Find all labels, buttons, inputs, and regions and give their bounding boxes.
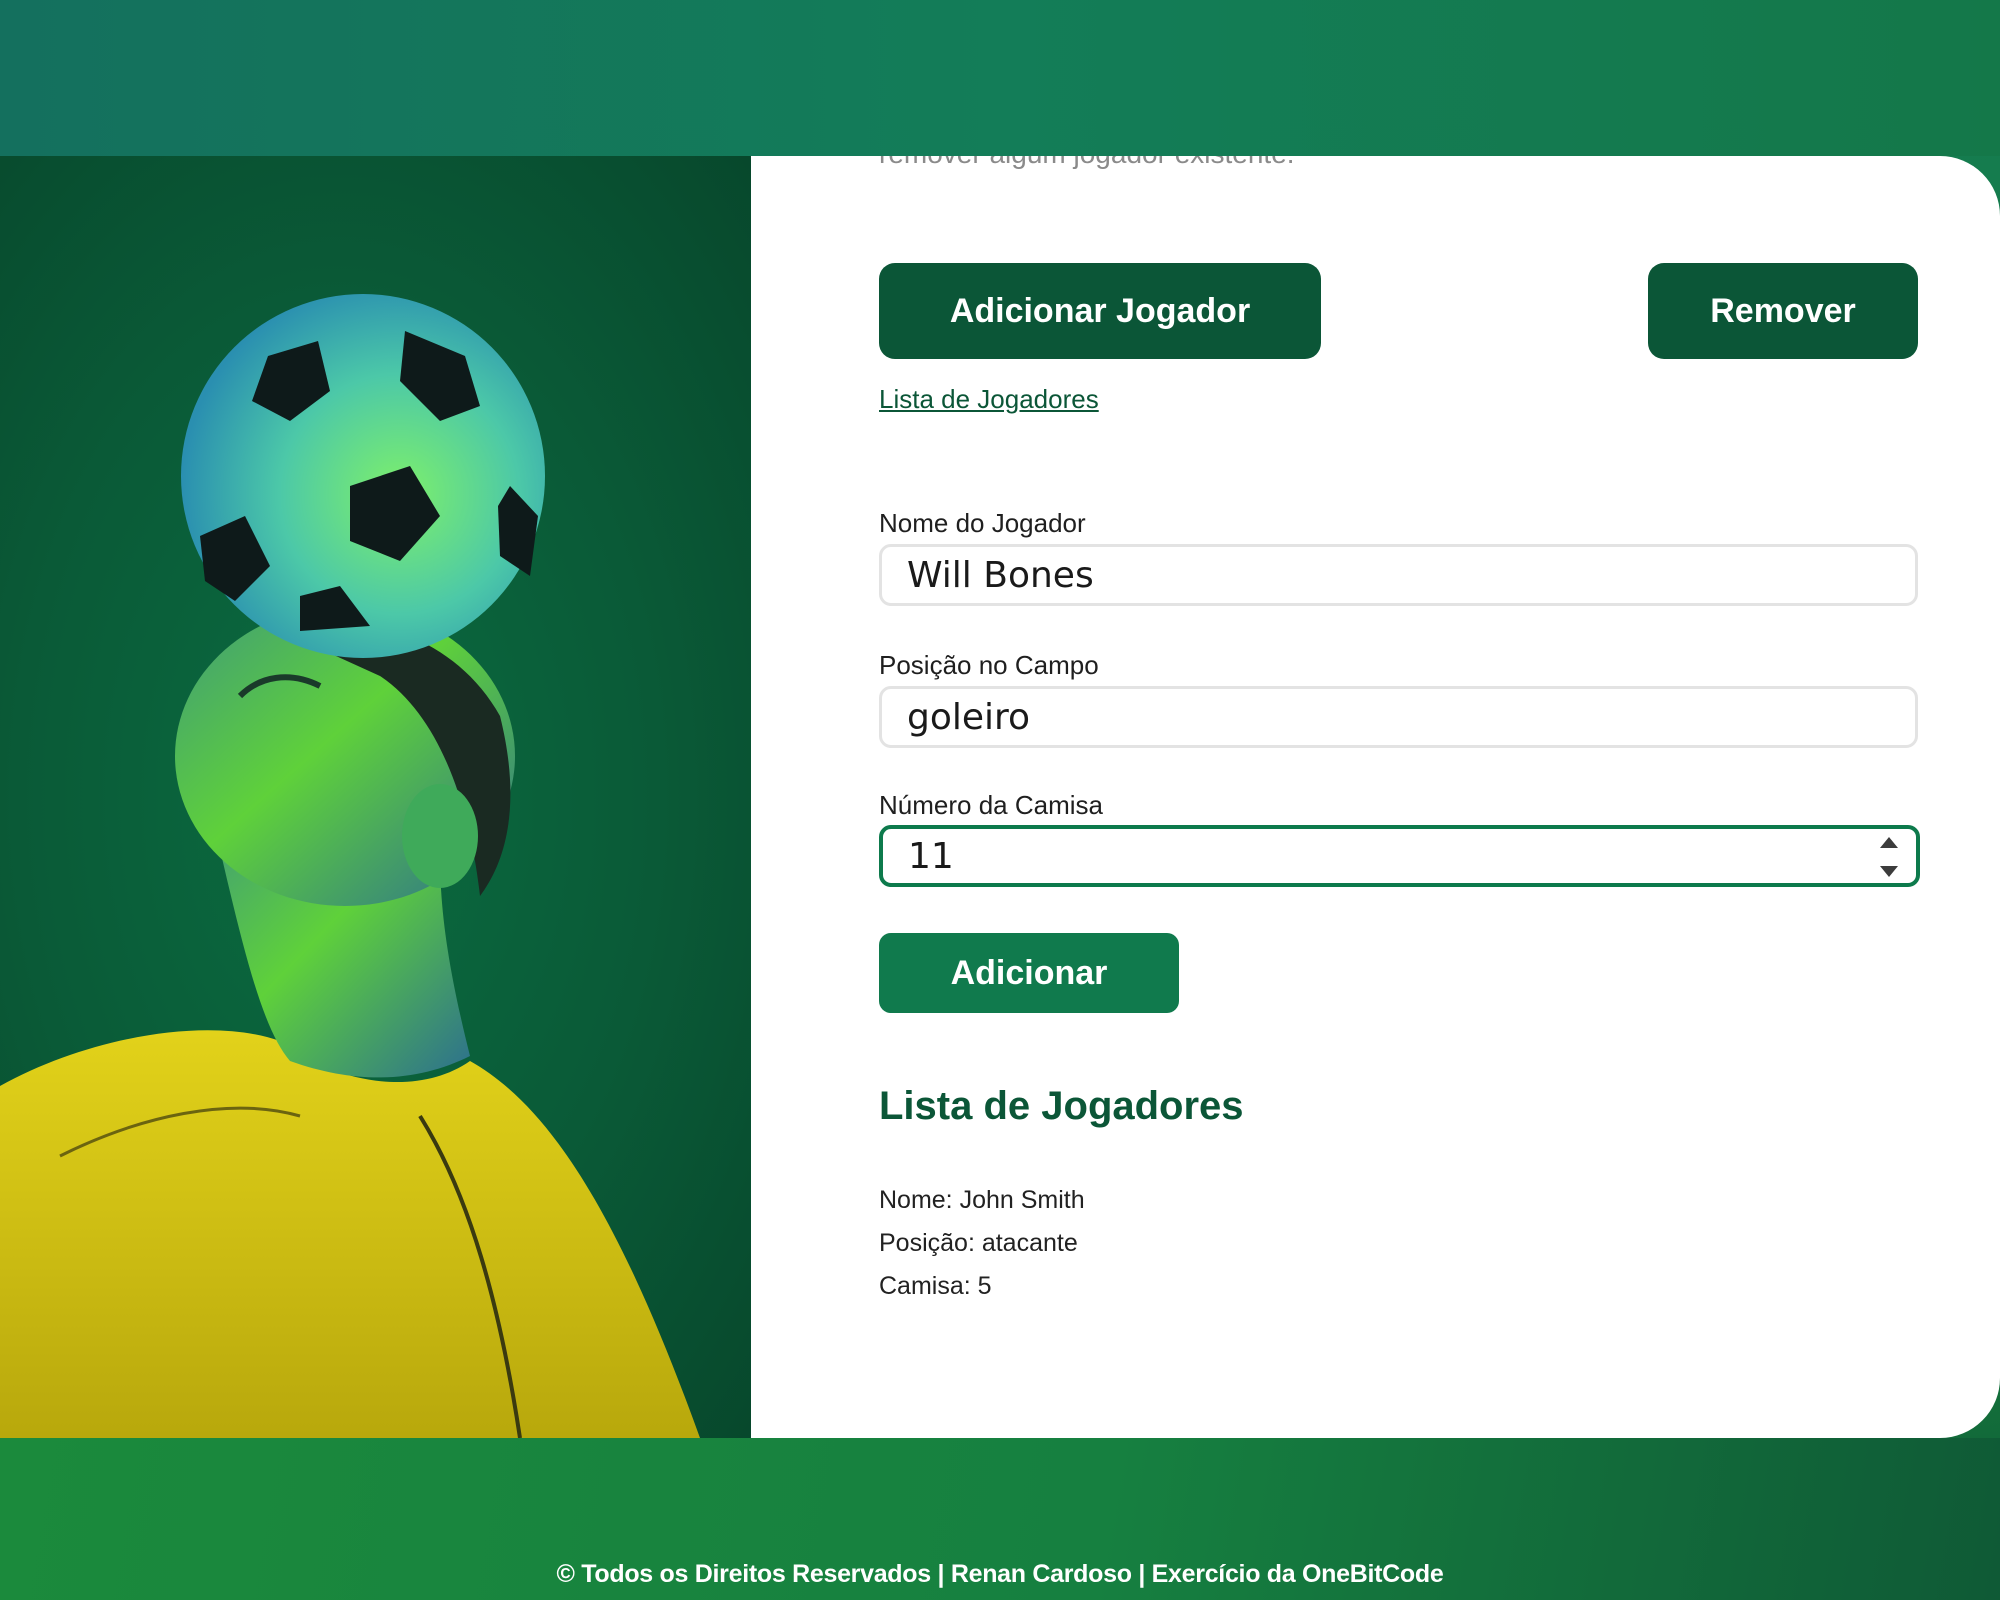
name-input[interactable]: Will Bones (879, 544, 1918, 606)
submit-add-button[interactable]: Adicionar (879, 933, 1179, 1013)
player-shirt: Camisa: 5 (879, 1272, 992, 1300)
number-spinner-icon[interactable] (1876, 837, 1902, 877)
player-name: Nome: John Smith (879, 1186, 1085, 1214)
position-input[interactable]: goleiro (879, 686, 1918, 748)
header-band (0, 0, 2000, 156)
player-position: Posição: atacante (879, 1229, 1078, 1257)
players-list-link[interactable]: Lista de Jogadores (879, 384, 1099, 415)
player-illustration (0, 294, 700, 1438)
name-input-value: Will Bones (907, 554, 1094, 596)
name-label: Nome do Jogador (879, 508, 1086, 538)
position-input-value: goleiro (907, 696, 1031, 738)
spinner-up-icon[interactable] (1880, 837, 1898, 848)
content-card: remover algum jogador existente. Adicion… (751, 156, 2000, 1438)
player-list-title: Lista de Jogadores (879, 1084, 1244, 1128)
remove-button[interactable]: Remover (1648, 263, 1918, 359)
shirt-number-value: 11 (908, 835, 954, 877)
position-label: Posição no Campo (879, 650, 1099, 680)
spinner-down-icon[interactable] (1880, 866, 1898, 877)
footer-copyright: © Todos os Direitos Reservados | Renan C… (556, 1560, 1444, 1588)
add-player-button[interactable]: Adicionar Jogador (879, 263, 1321, 359)
hero-image (0, 156, 751, 1438)
shirt-number-input[interactable]: 11 (879, 825, 1920, 887)
shirt-number-label: Número da Camisa (879, 790, 1103, 820)
intro-text: remover algum jogador existente. (879, 156, 1295, 170)
